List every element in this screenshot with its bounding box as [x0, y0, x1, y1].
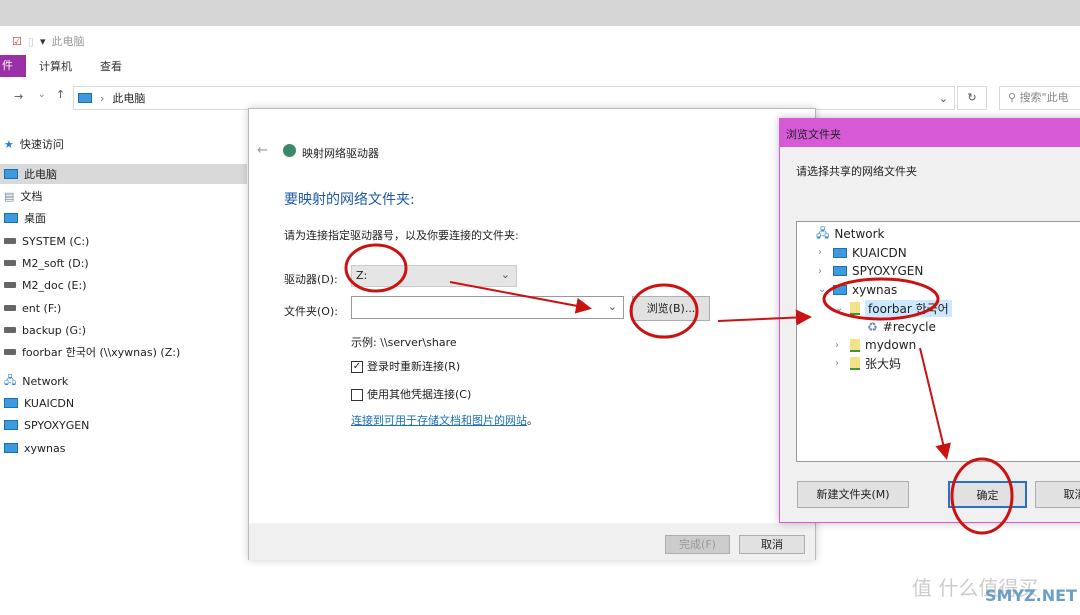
annotation-circle-ok: [950, 457, 1014, 535]
annotation-circle-folder: [822, 277, 940, 321]
annotation-arrow-3: [919, 347, 951, 460]
annotation-circle-browse: [629, 283, 699, 339]
annotation-overlay: [344, 243, 1014, 535]
annotation-arrow-2: [717, 309, 812, 326]
annotation-circle-drive: [344, 243, 408, 293]
annotation-arrow-1: [449, 281, 592, 314]
